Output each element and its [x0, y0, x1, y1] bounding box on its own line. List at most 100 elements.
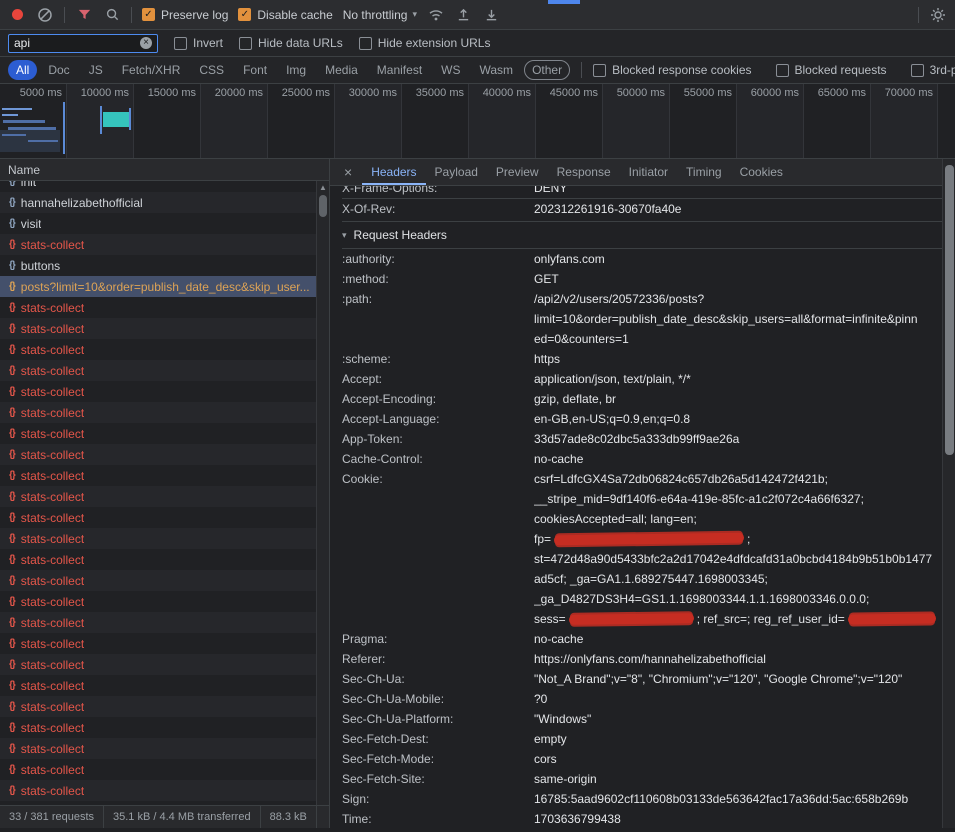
- request-row[interactable]: {}stats-collect: [0, 486, 316, 507]
- settings-button[interactable]: [929, 6, 947, 24]
- overview-column[interactable]: 55000 ms: [670, 84, 737, 158]
- blocked-requests-checkbox[interactable]: Blocked requests: [776, 63, 887, 77]
- header-value: /api2/v2/users/20572336/posts?limit=10&o…: [534, 289, 942, 349]
- overview-column[interactable]: 35000 ms: [402, 84, 469, 158]
- overview-column[interactable]: 20000 ms: [201, 84, 268, 158]
- request-row[interactable]: {}stats-collect: [0, 318, 316, 339]
- type-filter-other[interactable]: Other: [524, 60, 570, 80]
- request-row[interactable]: {}posts?limit=10&order=publish_date_desc…: [0, 276, 316, 297]
- requests-scrollbar[interactable]: ▲: [316, 181, 329, 805]
- type-filter-doc[interactable]: Doc: [40, 60, 77, 80]
- type-filter-css[interactable]: CSS: [191, 60, 232, 80]
- timeline-overview[interactable]: 5000 ms10000 ms15000 ms20000 ms25000 ms3…: [0, 84, 955, 159]
- type-filter-img[interactable]: Img: [278, 60, 314, 80]
- overview-column[interactable]: 60000 ms: [737, 84, 804, 158]
- import-har-button[interactable]: [455, 6, 473, 24]
- record-button[interactable]: [8, 6, 26, 24]
- filter-button[interactable]: [75, 6, 93, 24]
- type-filter-media[interactable]: Media: [317, 60, 366, 80]
- overview-column[interactable]: 50000 ms: [603, 84, 670, 158]
- hide-extension-urls-checkbox[interactable]: Hide extension URLs: [359, 36, 491, 50]
- type-filter-js[interactable]: JS: [81, 60, 111, 80]
- tab-cookies[interactable]: Cookies: [731, 159, 792, 185]
- type-filter-all[interactable]: All: [8, 60, 37, 80]
- overview-column[interactable]: [938, 84, 955, 158]
- overview-column[interactable]: 25000 ms: [268, 84, 335, 158]
- disable-cache-checkbox[interactable]: ✓ Disable cache: [238, 8, 332, 22]
- request-row[interactable]: {}stats-collect: [0, 528, 316, 549]
- request-row[interactable]: {}stats-collect: [0, 444, 316, 465]
- request-row[interactable]: {}stats-collect: [0, 696, 316, 717]
- overview-column[interactable]: 30000 ms: [335, 84, 402, 158]
- details-scrollbar[interactable]: [942, 159, 955, 828]
- tab-timing[interactable]: Timing: [677, 159, 731, 185]
- close-icon[interactable]: ×: [334, 164, 362, 180]
- clear-button[interactable]: [36, 6, 54, 24]
- tab-initiator[interactable]: Initiator: [620, 159, 677, 185]
- tab-response[interactable]: Response: [548, 159, 620, 185]
- request-row[interactable]: {}stats-collect: [0, 780, 316, 801]
- type-filter-fetch-xhr[interactable]: Fetch/XHR: [114, 60, 189, 80]
- overview-column[interactable]: 70000 ms: [871, 84, 938, 158]
- request-row[interactable]: {}stats-collect: [0, 633, 316, 654]
- tab-headers[interactable]: Headers: [362, 159, 425, 185]
- request-row[interactable]: {}visit: [0, 213, 316, 234]
- request-row[interactable]: {}stats-collect: [0, 759, 316, 780]
- overview-column[interactable]: 10000 ms: [67, 84, 134, 158]
- request-row[interactable]: {}stats-collect: [0, 717, 316, 738]
- header-value: en-GB,en-US;q=0.9,en;q=0.8: [534, 409, 942, 429]
- request-row[interactable]: {}hannahelizabethofficial: [0, 192, 316, 213]
- request-row[interactable]: {}stats-collect: [0, 423, 316, 444]
- scrollbar-thumb[interactable]: [945, 165, 954, 455]
- request-row[interactable]: {}stats-collect: [0, 738, 316, 759]
- request-row[interactable]: {}stats-collect: [0, 591, 316, 612]
- blocked-response-cookies-checkbox[interactable]: Blocked response cookies: [593, 63, 751, 77]
- request-row[interactable]: {}stats-collect: [0, 234, 316, 255]
- scroll-up-icon[interactable]: ▲: [317, 181, 329, 193]
- script-icon: {}: [9, 575, 15, 586]
- request-row[interactable]: {}stats-collect: [0, 549, 316, 570]
- request-row[interactable]: {}stats-collect: [0, 381, 316, 402]
- type-filter-manifest[interactable]: Manifest: [369, 60, 430, 80]
- overview-column[interactable]: 15000 ms: [134, 84, 201, 158]
- request-row[interactable]: {}stats-collect: [0, 360, 316, 381]
- 3rd-party-requests-checkbox[interactable]: 3rd-party requests: [911, 63, 955, 77]
- request-row[interactable]: {}stats-collect: [0, 465, 316, 486]
- export-har-button[interactable]: [483, 6, 501, 24]
- filter-input[interactable]: api ×: [8, 34, 158, 53]
- overview-column[interactable]: 40000 ms: [469, 84, 536, 158]
- script-icon: {}: [9, 743, 15, 754]
- request-row[interactable]: {}buttons: [0, 255, 316, 276]
- clear-filter-icon[interactable]: ×: [140, 37, 152, 49]
- request-row[interactable]: {}stats-collect: [0, 297, 316, 318]
- request-row[interactable]: {}stats-collect: [0, 654, 316, 675]
- throttling-select[interactable]: No throttling ▾: [343, 8, 417, 22]
- script-icon: {}: [9, 659, 15, 670]
- request-headers-section[interactable]: ▾Request Headers: [342, 221, 942, 249]
- request-row[interactable]: {}stats-collect: [0, 675, 316, 696]
- tab-preview[interactable]: Preview: [487, 159, 548, 185]
- request-row[interactable]: {}stats-collect: [0, 612, 316, 633]
- request-row[interactable]: {}init: [0, 181, 316, 192]
- invert-checkbox[interactable]: Invert: [174, 36, 223, 50]
- request-row[interactable]: {}stats-collect: [0, 402, 316, 423]
- header-value-line: ad5cf; _ga=GA1.1.689275447.1698003345;: [534, 569, 942, 589]
- overview-column[interactable]: 45000 ms: [536, 84, 603, 158]
- network-conditions-button[interactable]: [427, 6, 445, 24]
- search-button[interactable]: [103, 6, 121, 24]
- scrollbar-thumb[interactable]: [319, 195, 327, 217]
- overview-column[interactable]: 5000 ms: [0, 84, 67, 158]
- type-filter-font[interactable]: Font: [235, 60, 275, 80]
- hide-data-urls-checkbox[interactable]: Hide data URLs: [239, 36, 343, 50]
- request-row[interactable]: {}stats-collect: [0, 339, 316, 360]
- request-row[interactable]: {}stats-collect: [0, 570, 316, 591]
- type-filter-wasm[interactable]: Wasm: [472, 60, 522, 80]
- funnel-icon: [77, 7, 92, 22]
- overview-column[interactable]: 65000 ms: [804, 84, 871, 158]
- preserve-log-checkbox[interactable]: ✓ Preserve log: [142, 8, 228, 22]
- header-value: 1703636799438: [534, 809, 942, 828]
- request-row[interactable]: {}stats-collect: [0, 507, 316, 528]
- type-filter-ws[interactable]: WS: [433, 60, 468, 80]
- tab-payload[interactable]: Payload: [426, 159, 487, 185]
- name-column-header[interactable]: Name: [0, 159, 329, 181]
